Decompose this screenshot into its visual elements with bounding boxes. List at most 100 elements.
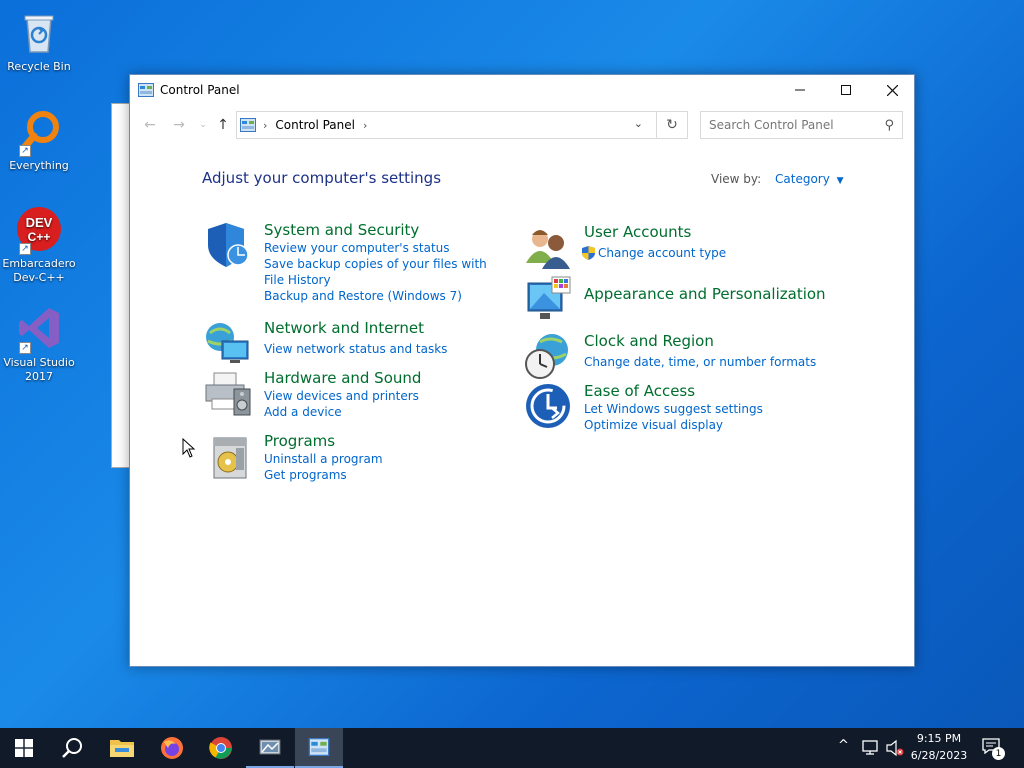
desktop-icon-label: Visual Studio 2017 <box>3 356 75 383</box>
category-title[interactable]: User Accounts <box>584 223 824 242</box>
title-bar[interactable]: Control Panel <box>130 75 914 105</box>
control-panel-icon <box>138 83 154 97</box>
up-button[interactable]: ↑ <box>213 115 233 135</box>
appearance-icon <box>527 276 571 319</box>
programs-icon <box>213 437 247 479</box>
category-title[interactable]: Network and Internet <box>264 319 504 338</box>
breadcrumb-separator-icon[interactable]: › <box>363 119 367 132</box>
system-tool-icon <box>259 739 281 755</box>
shield-icon <box>208 223 249 267</box>
search-icon <box>62 738 82 758</box>
taskbar-firefox[interactable] <box>148 728 196 768</box>
close-icon <box>886 84 898 96</box>
breadcrumb-separator-icon: › <box>263 118 268 132</box>
recycle-bin-icon <box>15 8 63 56</box>
firefox-icon <box>161 737 183 759</box>
taskbar-file-explorer[interactable] <box>98 728 146 768</box>
desktop-icon-label: Recycle Bin <box>7 60 71 73</box>
control-panel-window: Control Panel ← → ⌄ ↑ › Control Panel › … <box>129 74 915 667</box>
category-link[interactable]: Add a device <box>264 404 504 420</box>
category-title[interactable]: Hardware and Sound <box>264 369 504 388</box>
svg-text:C++: C++ <box>28 230 51 244</box>
minimize-icon <box>795 89 805 91</box>
search-input[interactable]: Search Control Panel ⚲ <box>700 111 903 139</box>
clock-globe-icon <box>525 334 568 379</box>
category-link[interactable]: Uninstall a program <box>264 451 504 467</box>
search-placeholder: Search Control Panel <box>709 118 834 132</box>
category-title[interactable]: Ease of Access <box>584 382 844 401</box>
category-link[interactable]: View devices and printers <box>264 388 504 404</box>
desktop-icon-visual-studio[interactable]: ↗ Visual Studio 2017 <box>0 304 79 384</box>
users-icon <box>526 230 570 269</box>
shortcut-arrow-icon: ↗ <box>19 342 31 354</box>
network-tray-icon[interactable] <box>862 740 880 756</box>
category-link[interactable]: Save backup copies of your files with Fi… <box>264 256 494 288</box>
category-link[interactable]: Get programs <box>264 467 504 483</box>
category-title[interactable]: Clock and Region <box>584 332 844 351</box>
close-button[interactable] <box>869 75 915 105</box>
page-title: Adjust your computer's settings <box>202 169 442 187</box>
desktop-icon-recycle-bin[interactable]: Recycle Bin <box>0 8 79 74</box>
forward-button[interactable]: → <box>169 115 189 135</box>
category-link[interactable]: View network status and tasks <box>264 341 504 357</box>
maximize-button[interactable] <box>823 75 869 105</box>
clock-time[interactable]: 9:15 PM <box>912 732 966 745</box>
breadcrumb-control-panel[interactable]: Control Panel <box>275 118 355 132</box>
folder-icon <box>110 740 134 757</box>
category-title[interactable]: System and Security <box>264 221 504 240</box>
view-by-dropdown[interactable]: Category ▼ <box>775 172 844 186</box>
back-button[interactable]: ← <box>140 115 160 135</box>
taskbar-chrome[interactable] <box>197 728 245 768</box>
shortcut-arrow-icon: ↗ <box>19 145 31 157</box>
uac-shield-icon <box>582 246 595 260</box>
taskbar-search-button[interactable] <box>48 728 96 768</box>
address-dropdown-icon[interactable]: ⌄ <box>634 117 643 130</box>
up-arrow-icon: ↑ <box>217 117 229 133</box>
view-by-label: View by: <box>711 172 762 186</box>
desktop-icon-label: Everything <box>9 159 69 172</box>
maximize-icon <box>841 85 851 95</box>
refresh-button[interactable]: ↻ <box>656 111 688 139</box>
uac-link-row: Change account type <box>582 245 824 261</box>
desktop-icon-everything[interactable]: ↗ Everything <box>0 107 79 173</box>
clock-date[interactable]: 6/28/2023 <box>910 749 968 762</box>
taskbar: ^ 9:15 PM 6/28/2023 1 <box>0 728 1024 768</box>
network-icon <box>206 323 249 363</box>
desktop-icon-label: Embarcadero Dev-C++ <box>2 257 76 284</box>
volume-muted-icon[interactable] <box>886 739 904 757</box>
forward-arrow-icon: → <box>173 117 185 133</box>
start-button[interactable] <box>0 728 48 768</box>
address-bar[interactable]: › Control Panel › ⌄ <box>236 111 688 139</box>
taskbar-control-panel[interactable] <box>295 728 343 768</box>
view-by: View by: Category ▼ <box>711 172 844 186</box>
devcpp-icon: DEV C++ ↗ <box>15 205 63 255</box>
recent-locations-button[interactable]: ⌄ <box>193 115 213 135</box>
control-panel-icon <box>240 118 256 132</box>
category-link[interactable]: Let Windows suggest settings <box>584 401 844 417</box>
windows-logo-icon <box>15 739 33 757</box>
svg-text:DEV: DEV <box>26 215 53 230</box>
category-link[interactable]: Backup and Restore (Windows 7) <box>264 288 504 304</box>
category-title[interactable]: Appearance and Personalization <box>584 285 844 304</box>
category-link[interactable]: Optimize visual display <box>584 417 844 433</box>
visual-studio-icon: ↗ <box>15 304 63 354</box>
taskbar-system-app[interactable] <box>246 728 294 768</box>
back-arrow-icon: ← <box>144 117 156 133</box>
view-by-value: Category <box>775 172 830 186</box>
desktop-icon-devcpp[interactable]: DEV C++ ↗ Embarcadero Dev-C++ <box>0 205 79 285</box>
category-link[interactable]: Review your computer's status <box>264 240 504 256</box>
ease-of-access-icon <box>526 384 570 428</box>
window-title: Control Panel <box>160 83 240 97</box>
chevron-down-icon: ⌄ <box>199 120 207 130</box>
everything-icon: ↗ <box>15 107 63 157</box>
minimize-button[interactable] <box>777 75 823 105</box>
category-link[interactable]: Change account type <box>598 245 726 261</box>
notification-center-button[interactable]: 1 <box>982 738 1005 760</box>
category-link[interactable]: Change date, time, or number formats <box>584 354 844 370</box>
caret-down-icon: ▼ <box>836 176 844 186</box>
show-hidden-icons-icon[interactable]: ^ <box>838 738 849 753</box>
notification-badge: 1 <box>992 747 1005 760</box>
printer-icon <box>205 372 251 416</box>
refresh-icon: ↻ <box>666 117 678 133</box>
category-title[interactable]: Programs <box>264 432 504 451</box>
